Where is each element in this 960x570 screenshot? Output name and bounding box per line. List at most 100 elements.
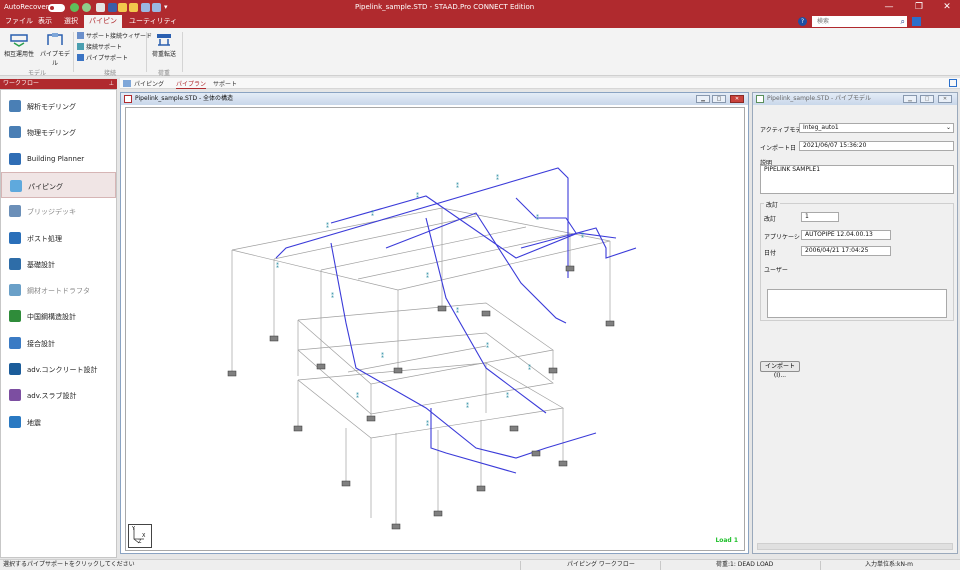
load-transfer-button[interactable]: 荷重転送 xyxy=(149,31,179,58)
prop-minimize-button[interactable]: ▁ xyxy=(903,95,917,103)
structure-model[interactable]: ⁑ ⁑ ⁑ ⁑ ⁑ ⁑ ⁑ ⁑ ⁑ ⁑ ⁑ ⁑ ⁑ ⁑ ⁑ ⁑ ⁑ ⁑ xyxy=(126,108,744,550)
customize-dropdown-icon[interactable]: ▾ xyxy=(164,3,170,12)
group-load-label: 荷重 xyxy=(157,70,170,77)
workflow-item[interactable]: 中国鋼構造設計 xyxy=(1,303,116,329)
base-support xyxy=(476,485,486,492)
workflow-item-icon xyxy=(9,336,21,349)
pipe-support-marker: ⁑ xyxy=(331,293,334,300)
group-model-label: モデル xyxy=(27,70,46,77)
workflow-item[interactable]: 基礎設計 xyxy=(1,251,116,277)
workflow-item[interactable]: adv.コンクリート設計 xyxy=(1,356,116,382)
forward-icon[interactable] xyxy=(82,3,91,12)
pin-icon[interactable]: ⊥ xyxy=(109,79,114,89)
ribbon: 相互運用性 パイプモデル モデル サポート接続ウィザード 接続サポート パイプサ… xyxy=(0,28,960,77)
workflow-item[interactable]: adv.スラブ設計 xyxy=(1,382,116,408)
workflow-item-label: 解析モデリング xyxy=(27,103,76,111)
application-field[interactable]: AUTOPIPE 12.04.00.13 xyxy=(801,230,891,240)
base-support xyxy=(509,425,519,432)
support-wizard-button[interactable]: サポート接続ウィザード xyxy=(77,31,152,40)
connect-support-button[interactable]: 接続サポート xyxy=(77,42,122,51)
view-window-icon xyxy=(124,95,132,103)
workflow-item[interactable]: Building Planner xyxy=(1,146,116,172)
3d-canvas[interactable]: ⁑ ⁑ ⁑ ⁑ ⁑ ⁑ ⁑ ⁑ ⁑ ⁑ ⁑ ⁑ ⁑ ⁑ ⁑ ⁑ ⁑ ⁑ Y X Z Load 1 xyxy=(125,107,745,551)
restore-button[interactable]: ❐ xyxy=(910,1,928,14)
prop-maximize-button[interactable]: □ xyxy=(920,95,934,103)
workflow-item-label: 地震 xyxy=(27,418,41,427)
workflow-item[interactable]: 物理モデリング xyxy=(1,119,116,145)
active-model-select[interactable]: Integ_auto1 ⌄ xyxy=(799,123,954,133)
import-button[interactable]: インポート(I)... xyxy=(760,361,800,379)
active-model-value: Integ_auto1 xyxy=(803,124,839,131)
import-date-field[interactable]: 2021/06/07 15:36:20 xyxy=(799,141,954,151)
pipe-support-marker: ⁑ xyxy=(356,393,359,400)
base-support xyxy=(391,523,401,530)
workflow-item-icon xyxy=(9,257,21,270)
import-date-label: インポート日 xyxy=(760,145,797,152)
workflow-item[interactable]: ブリッジデッキ xyxy=(1,198,116,224)
prop-close-button[interactable]: ✕ xyxy=(938,95,952,103)
user-label: ユーザー xyxy=(764,267,788,274)
folder-icon[interactable] xyxy=(129,3,138,12)
layout-icon[interactable] xyxy=(949,79,957,87)
interop-button[interactable]: 相互運用性 xyxy=(2,31,36,58)
axis-triad: Y X Z xyxy=(128,524,152,548)
application-value: AUTOPIPE 12.04.00.13 xyxy=(805,231,873,238)
subtab-support[interactable]: サポート xyxy=(213,79,237,88)
save-icon[interactable] xyxy=(108,3,117,12)
workflow-item-icon xyxy=(9,363,21,375)
import-date-value: 2021/06/07 15:36:20 xyxy=(803,142,867,149)
open-folder-icon[interactable] xyxy=(118,3,127,12)
workflow-item[interactable]: 地震 xyxy=(1,409,116,435)
pipe-support-marker: ⁑ xyxy=(416,193,419,200)
base-support xyxy=(316,363,326,370)
pipe-support-marker: ⁑ xyxy=(536,215,539,222)
view-close-button[interactable]: ✕ xyxy=(730,95,744,103)
search-input[interactable]: 検索 ⌕ xyxy=(812,16,907,27)
workflow-item-label: ブリッジデッキ xyxy=(27,208,76,217)
workflow-item[interactable]: ポスト処理 xyxy=(1,225,116,251)
tab-file[interactable]: ファイル xyxy=(2,15,36,28)
description-value: PIPELINK SAMPLE1 xyxy=(764,166,821,173)
pipe-support-button[interactable]: パイプサポート xyxy=(77,53,128,62)
workflow-item[interactable]: パイピング xyxy=(1,171,116,198)
workflow-item[interactable]: 解析モデリング xyxy=(1,93,116,119)
load-transfer-icon xyxy=(157,34,171,46)
view-minimize-button[interactable]: ▁ xyxy=(696,95,710,103)
minimize-button[interactable]: — xyxy=(880,1,898,14)
pipe-support-marker: ⁑ xyxy=(381,353,384,360)
settings-icon[interactable] xyxy=(912,17,921,26)
revision-label: 改訂 xyxy=(764,216,777,223)
search-icon[interactable]: ⌕ xyxy=(901,16,905,27)
workflow-item-label: 中国鋼構造設計 xyxy=(27,313,76,322)
date-field[interactable]: 2006/04/21 17:04:25 xyxy=(801,246,891,256)
view-maximize-button[interactable]: □ xyxy=(712,95,726,103)
pipe-support-marker: ⁑ xyxy=(326,223,329,230)
revision-field[interactable]: 1 xyxy=(801,212,839,222)
undo-icon[interactable] xyxy=(141,3,150,12)
description-field[interactable]: PIPELINK SAMPLE1 xyxy=(760,165,954,194)
workflow-item[interactable]: 接合設計 xyxy=(1,330,116,356)
subtab-pipe-run[interactable]: パイプラン xyxy=(176,79,207,89)
user-field[interactable] xyxy=(767,289,947,318)
autorecovery-toggle[interactable] xyxy=(48,4,65,12)
base-support xyxy=(531,450,541,457)
pipe-support-marker: ⁑ xyxy=(371,211,374,218)
view-title: Pipelink_sample.STD - 全体の構造 xyxy=(135,95,234,102)
workflow-item-icon xyxy=(9,126,21,139)
redo-icon[interactable] xyxy=(152,3,161,12)
workflow-item[interactable]: 鋼材オートドラフタ xyxy=(1,277,116,303)
help-icon[interactable]: ? xyxy=(798,17,807,26)
close-button[interactable]: ✕ xyxy=(938,1,956,14)
new-file-icon[interactable] xyxy=(96,3,105,12)
subtab-piping[interactable]: パイピング xyxy=(134,79,164,88)
tab-utility[interactable]: ユーティリティ xyxy=(126,15,180,28)
tab-view[interactable]: 表示 xyxy=(35,15,55,28)
horizontal-scrollbar[interactable] xyxy=(757,543,953,550)
subtab-bar: パイピング パイプラン サポート xyxy=(120,78,960,89)
pipe-model-button[interactable]: パイプモデル xyxy=(38,31,72,67)
status-load: 荷重:1: DEAD LOAD xyxy=(716,561,774,568)
back-icon[interactable] xyxy=(70,3,79,12)
tab-piping[interactable]: パイピング xyxy=(84,15,122,38)
revision-value: 1 xyxy=(805,213,809,220)
tab-select[interactable]: 選択 xyxy=(61,15,81,28)
